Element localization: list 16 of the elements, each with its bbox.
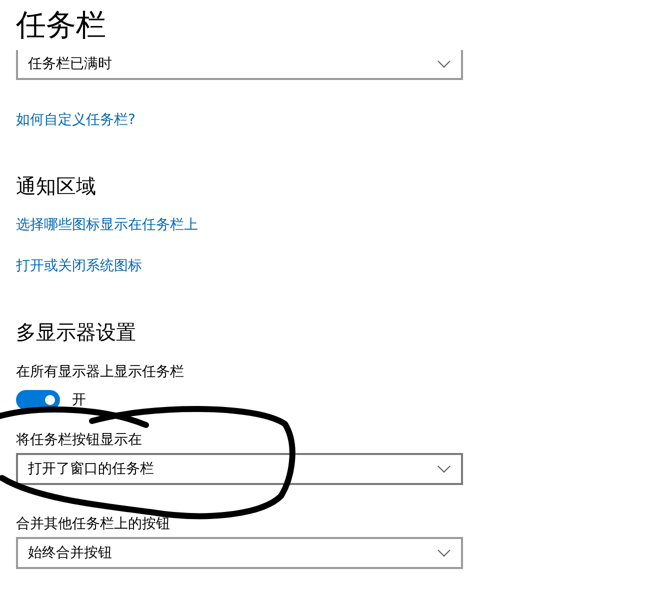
settings-link[interactable]: 如何自定义任务栏? [16, 112, 136, 128]
chevron-down-icon [437, 60, 451, 68]
dropdown[interactable]: 任务栏已满时 [16, 50, 463, 80]
page-title: 任务栏 [16, 8, 107, 44]
settings-link[interactable]: 选择哪些图标显示在任务栏上 [16, 217, 198, 233]
chevron-down-icon [437, 465, 451, 473]
chevron-down-icon [437, 549, 451, 557]
setting-label: 将任务栏按钮显示在 [16, 431, 143, 449]
dropdown[interactable]: 始终合并按钮 [16, 537, 463, 569]
section-heading: 通知区域 [16, 173, 97, 199]
settings-link[interactable]: 打开或关闭系统图标 [16, 258, 142, 274]
setting-label: 在所有显示器上显示任务栏 [16, 363, 185, 381]
toggle-state-label: 开 [72, 391, 86, 409]
setting-label: 合并其他任务栏上的按钮 [16, 515, 171, 533]
section-heading: 多显示器设置 [16, 319, 137, 345]
dropdown[interactable]: 打开了窗口的任务栏 [16, 453, 463, 485]
